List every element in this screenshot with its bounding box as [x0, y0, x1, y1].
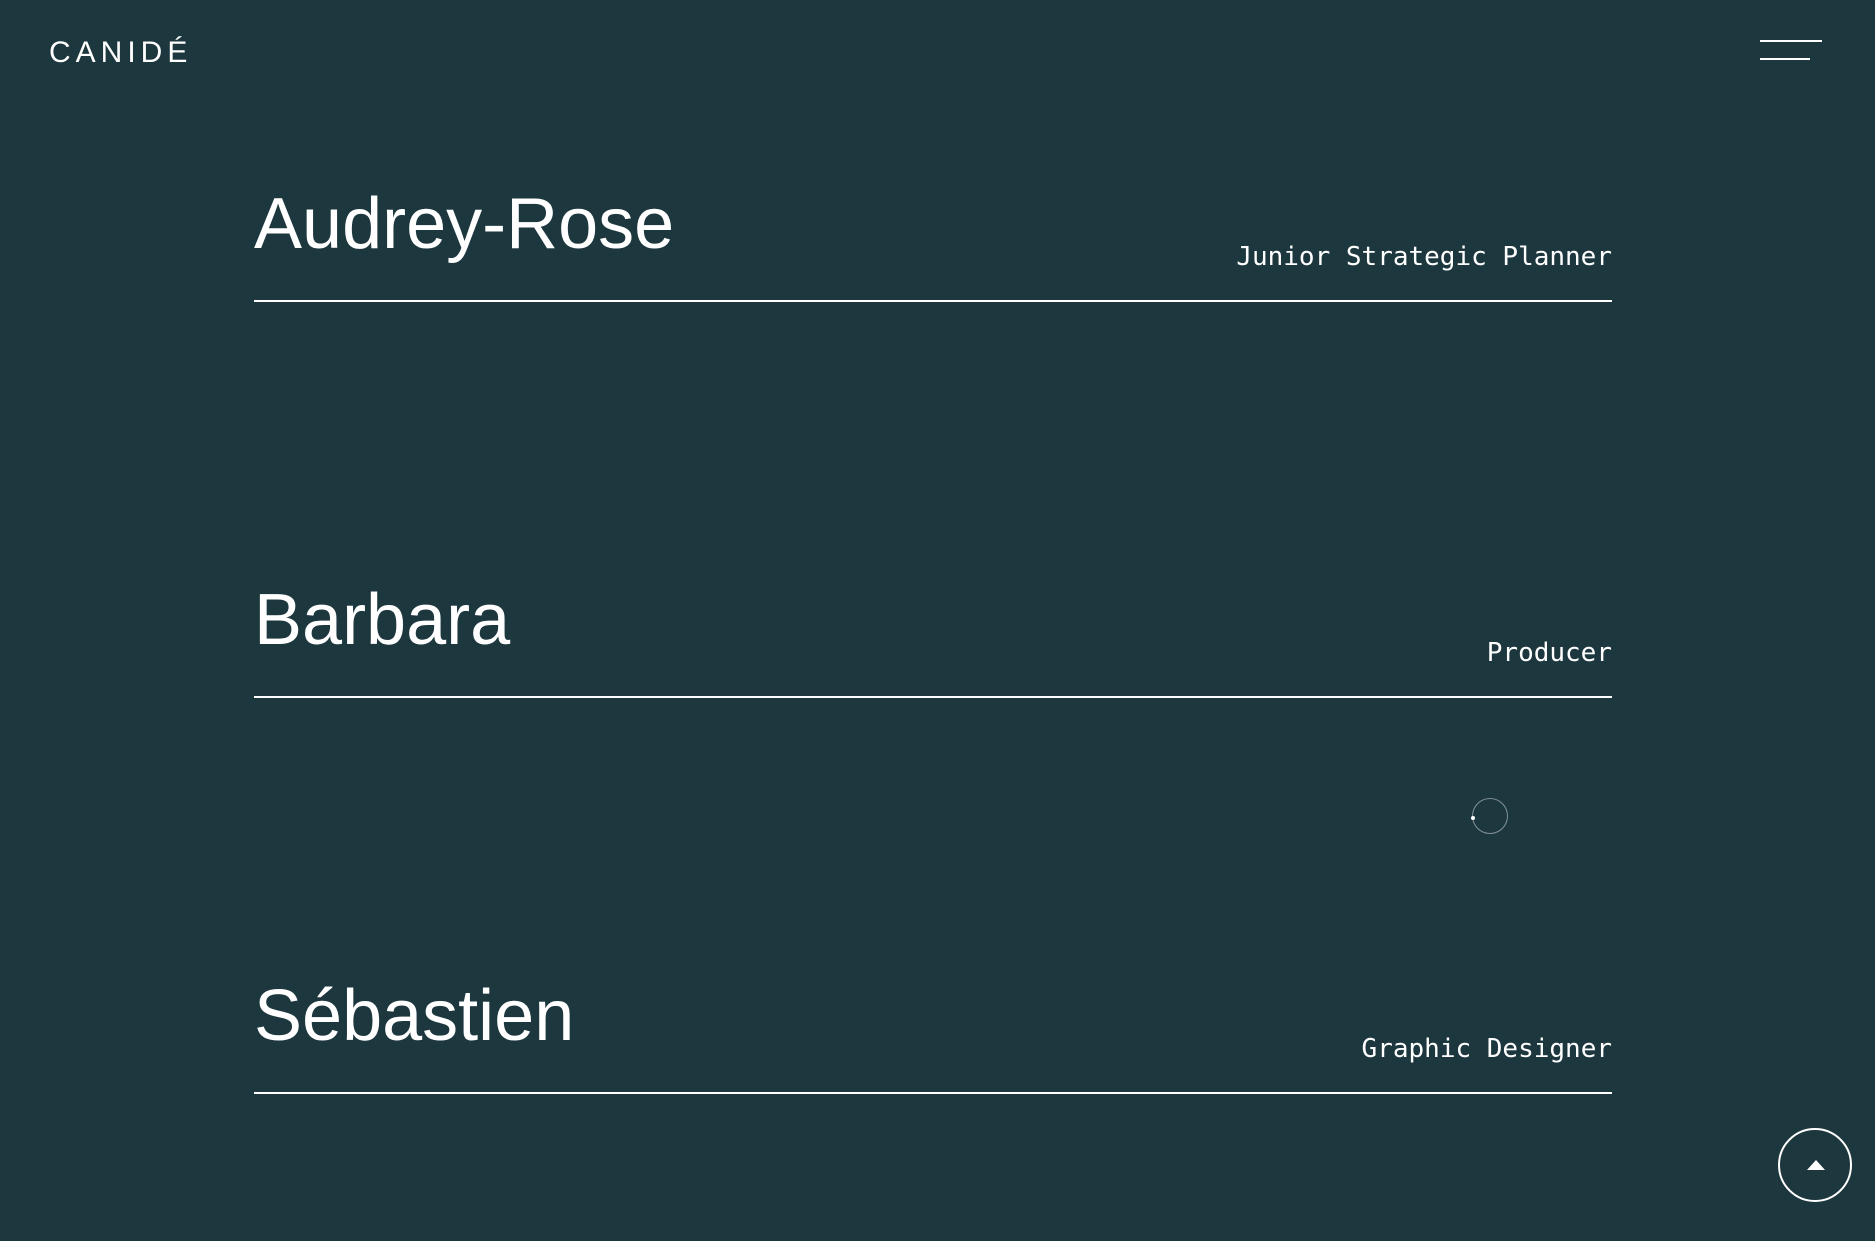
arrow-up-icon: [1807, 1160, 1825, 1170]
hamburger-menu-icon: [1760, 40, 1822, 42]
team-member-barbara[interactable]: Barbara Producer: [254, 566, 1612, 698]
site-header: CANIDÉ: [0, 0, 1875, 110]
custom-cursor-ring: [1472, 798, 1508, 834]
member-role: Producer: [1486, 638, 1612, 668]
team-member-sebastien[interactable]: Sébastien Graphic Designer: [254, 962, 1612, 1094]
member-name: Barbara: [254, 580, 511, 660]
menu-button[interactable]: [1752, 30, 1824, 70]
team-member-audrey-rose[interactable]: Audrey-Rose Junior Strategic Planner: [254, 170, 1612, 302]
member-role: Junior Strategic Planner: [1236, 242, 1612, 272]
scroll-to-top-button[interactable]: [1778, 1128, 1852, 1202]
canide-logo[interactable]: CANIDÉ: [49, 36, 192, 70]
custom-cursor-dot: [1471, 816, 1475, 820]
member-name: Sébastien: [254, 976, 575, 1056]
hamburger-menu-icon-line: [1760, 58, 1810, 60]
member-name: Audrey-Rose: [254, 184, 675, 264]
member-role: Graphic Designer: [1361, 1034, 1612, 1064]
